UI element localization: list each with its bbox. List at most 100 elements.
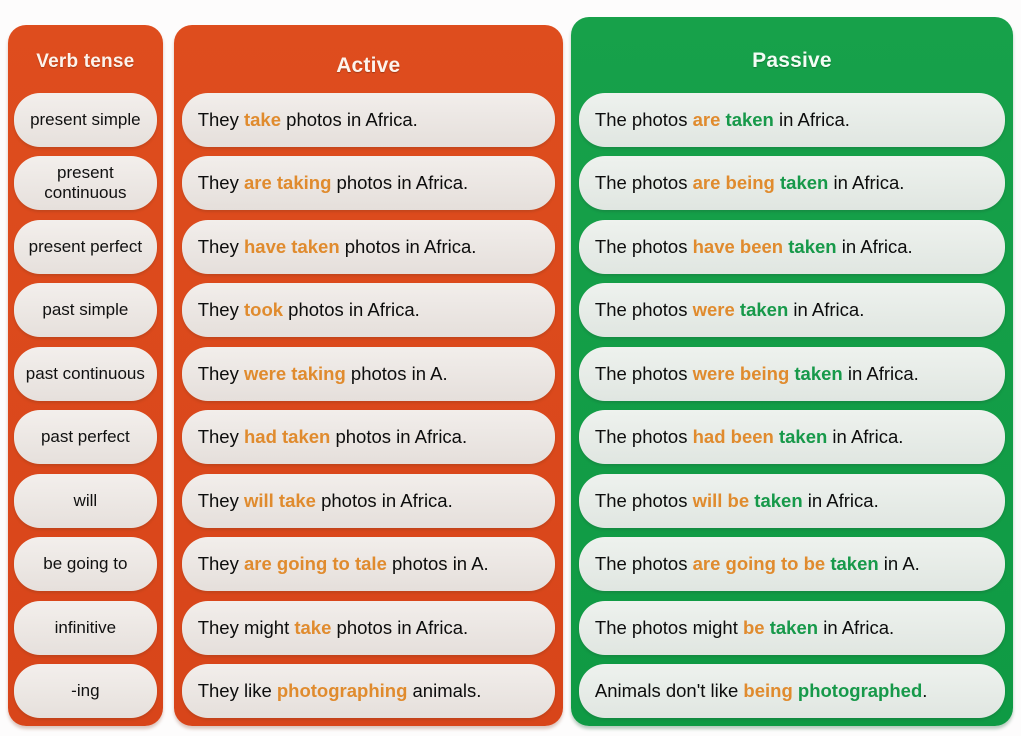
passive-column: Passive The photos are taken in Africa. T… bbox=[570, 17, 1013, 726]
passive-sentence-text: The photos might be taken in Africa. bbox=[595, 617, 894, 639]
passive-sentence-cell: The photos are going to be taken in A. bbox=[578, 537, 1005, 592]
auxiliary-highlight: be bbox=[743, 616, 765, 638]
passive-sentence-text: The photos are going to be taken in A. bbox=[595, 553, 920, 575]
auxiliary-highlight: were being bbox=[692, 362, 790, 384]
participle-highlight: taken bbox=[769, 616, 819, 638]
plain-text: in Africa. bbox=[818, 616, 895, 638]
active-sentence-cell: They were taking photos in A. bbox=[181, 346, 555, 401]
auxiliary-highlight: had taken bbox=[243, 426, 331, 448]
verb-tense-label: past simple bbox=[42, 300, 129, 320]
passive-sentence-text: The photos are taken in Africa. bbox=[595, 109, 850, 131]
verb-tense-label: present perfect bbox=[28, 236, 143, 256]
plain-text: They like bbox=[197, 679, 277, 701]
auxiliary-highlight: are taking bbox=[243, 172, 332, 194]
active-sentence-cell: They took photos in Africa. bbox=[181, 283, 555, 338]
auxiliary-highlight: being bbox=[743, 679, 793, 701]
passive-sentence-cell: The photos were taken in Africa. bbox=[578, 283, 1005, 338]
passive-sentence-cell: The photos have been taken in Africa. bbox=[578, 219, 1005, 274]
passive-sentence-text: The photos were taken in Africa. bbox=[595, 299, 864, 321]
auxiliary-highlight: will be bbox=[692, 489, 750, 511]
plain-text: They bbox=[197, 426, 244, 448]
auxiliary-highlight: were bbox=[692, 299, 735, 321]
plain-text: The photos bbox=[594, 235, 693, 257]
plain-text: The photos bbox=[594, 489, 693, 511]
auxiliary-highlight: take bbox=[243, 109, 282, 130]
verb-tense-label: present simple bbox=[30, 110, 141, 129]
auxiliary-highlight: are going to be bbox=[692, 553, 826, 575]
active-sentence-text: They are going to tale photos in A. bbox=[198, 553, 489, 575]
active-sentence-cell: They are going to tale photos in A. bbox=[181, 537, 555, 592]
plain-text: in Africa. bbox=[802, 489, 879, 511]
plain-text: The photos bbox=[594, 109, 693, 130]
active-sentence-cell: They might take photos in Africa. bbox=[181, 600, 555, 655]
participle-highlight: taken bbox=[794, 362, 843, 384]
active-sentence-cell: They take photos in Africa. bbox=[181, 93, 555, 147]
verb-tense-cell: present continuous bbox=[14, 156, 157, 211]
participle-highlight: taken bbox=[788, 235, 837, 257]
plain-text: in Africa. bbox=[827, 426, 904, 448]
verb-tense-label: past continuous bbox=[25, 363, 145, 383]
participle-highlight: taken bbox=[780, 172, 829, 194]
verb-tense-cell: -ing bbox=[14, 663, 157, 718]
plain-text: photos in Africa. bbox=[331, 172, 469, 194]
verb-tense-label: will bbox=[73, 490, 98, 510]
plain-text: photos in Africa. bbox=[283, 299, 420, 321]
auxiliary-highlight: photographing bbox=[276, 679, 408, 701]
plain-text: . bbox=[922, 679, 928, 701]
plain-text: They bbox=[197, 109, 244, 130]
plain-text: The photos bbox=[594, 299, 693, 321]
verb-tense-label: -ing bbox=[71, 680, 100, 700]
plain-text: The photos bbox=[594, 553, 693, 575]
active-sentence-cell: They have taken photos in Africa. bbox=[181, 219, 555, 274]
passive-sentence-text: The photos will be taken in Africa. bbox=[595, 490, 879, 512]
verb-tense-cell: past perfect bbox=[14, 410, 157, 465]
active-sentence-text: They take photos in Africa. bbox=[198, 109, 418, 131]
plain-text: They bbox=[197, 553, 244, 575]
plain-text: photos in Africa. bbox=[331, 616, 469, 638]
plain-text: Animals don't like bbox=[594, 679, 744, 701]
auxiliary-highlight: took bbox=[243, 299, 284, 321]
verb-tense-cell: present perfect bbox=[14, 219, 157, 274]
verb-tense-column: Verb tense present simple present continu… bbox=[8, 25, 163, 726]
verb-tense-label: present continuous bbox=[44, 163, 127, 203]
auxiliary-highlight: will take bbox=[243, 489, 316, 511]
active-sentence-text: They are taking photos in Africa. bbox=[198, 172, 468, 194]
plain-text: They bbox=[197, 489, 244, 511]
auxiliary-highlight: have been bbox=[692, 235, 784, 257]
verb-tense-cell: past continuous bbox=[14, 346, 157, 401]
active-sentence-list: They take photos in Africa. They are taki… bbox=[181, 93, 555, 718]
plain-text: The photos might bbox=[594, 616, 743, 638]
verb-tense-label: past perfect bbox=[40, 427, 130, 447]
verb-tense-cell: will bbox=[14, 473, 157, 528]
plain-text: photos in Africa. bbox=[339, 235, 477, 257]
auxiliary-highlight: are being bbox=[692, 172, 775, 194]
passive-sentence-cell: The photos had been taken in Africa. bbox=[578, 410, 1005, 465]
plain-text: They bbox=[197, 172, 244, 194]
passive-sentence-cell: The photos are being taken in Africa. bbox=[578, 156, 1005, 211]
verb-tense-column-header: Verb tense bbox=[36, 51, 135, 72]
verb-tense-label: infinitive bbox=[54, 617, 117, 637]
plain-text: photos in Africa. bbox=[315, 489, 453, 511]
active-column: Active They take photos in Africa. They a… bbox=[173, 25, 563, 726]
plain-text: They bbox=[197, 362, 244, 384]
verb-tense-list: present simple present continuous present … bbox=[14, 93, 157, 718]
plain-text: in Africa. bbox=[842, 362, 919, 384]
participle-highlight: taken bbox=[830, 553, 879, 575]
active-sentence-text: They have taken photos in Africa. bbox=[198, 236, 477, 258]
active-sentence-cell: They will take photos in Africa. bbox=[181, 473, 555, 528]
verb-tense-label: be going to bbox=[43, 554, 128, 574]
plain-text: in Africa. bbox=[836, 235, 913, 257]
passive-sentence-text: The photos are being taken in Africa. bbox=[595, 172, 905, 194]
auxiliary-highlight: are bbox=[692, 109, 721, 130]
participle-highlight: photographed bbox=[797, 679, 923, 701]
plain-text: The photos bbox=[594, 426, 693, 448]
plain-text: photos in A. bbox=[386, 553, 489, 575]
participle-highlight: taken bbox=[739, 299, 789, 321]
plain-text: They bbox=[197, 299, 244, 321]
active-sentence-text: They were taking photos in A. bbox=[198, 363, 448, 385]
plain-text: in A. bbox=[878, 553, 920, 575]
verb-tense-cell: infinitive bbox=[14, 600, 157, 655]
passive-sentence-cell: The photos were being taken in Africa. bbox=[578, 346, 1005, 401]
passive-sentence-cell: The photos are taken in Africa. bbox=[578, 93, 1005, 147]
active-sentence-text: They might take photos in Africa. bbox=[198, 617, 468, 639]
